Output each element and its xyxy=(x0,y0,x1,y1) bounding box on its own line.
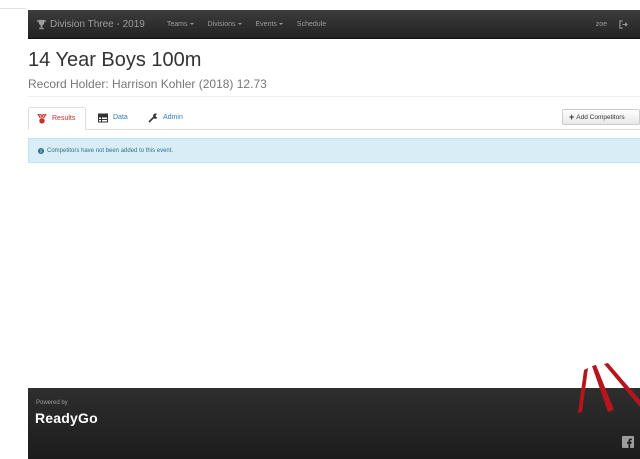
alert-message: Competitors have not been added to this … xyxy=(47,147,174,154)
table-icon xyxy=(98,113,108,123)
nav-right: zoe xyxy=(596,19,628,29)
facebook-icon[interactable] xyxy=(622,436,634,448)
nav-divisions[interactable]: Divisions xyxy=(208,21,242,28)
nav-events[interactable]: Events xyxy=(256,21,283,28)
caret-down-icon xyxy=(237,23,242,25)
readygo-logo[interactable]: ReadyGo xyxy=(35,410,98,426)
info-alert: Competitors have not been added to this … xyxy=(28,138,640,163)
red-brush-decoration xyxy=(578,363,640,413)
sign-out-icon[interactable] xyxy=(619,19,628,29)
tab-admin[interactable]: Admin xyxy=(140,107,192,128)
page-title: 14 Year Boys 100m xyxy=(28,49,202,71)
nav-schedule-label: Schedule xyxy=(296,20,327,28)
nav-events-label: Events xyxy=(255,20,277,28)
add-competitors-label: Add Competitors xyxy=(576,113,625,121)
record-holder: Record Holder: Harrison Kohler (2018) 12… xyxy=(28,77,267,91)
brand-link[interactable]: Division Three - 2019 xyxy=(36,19,145,30)
event-tabs: Results Data Admin xyxy=(28,107,640,130)
footer: Powered by ReadyGo xyxy=(28,388,640,459)
plus-icon: + xyxy=(569,111,575,122)
nav-schedule[interactable]: Schedule xyxy=(297,21,326,28)
nav-teams-label: Teams xyxy=(166,20,188,28)
user-menu[interactable]: zoe xyxy=(596,21,607,28)
nav-divisions-label: Divisions xyxy=(207,20,236,28)
navbar: Division Three - 2019 Teams Divisions Ev… xyxy=(28,10,640,39)
tab-results-label: Results xyxy=(52,115,76,122)
add-competitors-button[interactable]: + Add Competitors xyxy=(562,109,640,125)
caret-down-icon xyxy=(189,23,194,25)
nav-teams[interactable]: Teams xyxy=(167,21,194,28)
tab-data-label: Data xyxy=(113,114,128,121)
tab-results[interactable]: Results xyxy=(28,107,86,130)
caret-down-icon xyxy=(278,23,283,25)
tab-admin-label: Admin xyxy=(163,114,183,121)
trophy-icon xyxy=(36,19,47,30)
info-circle-icon xyxy=(38,147,44,154)
tab-data[interactable]: Data xyxy=(90,107,138,128)
wrench-icon xyxy=(148,113,158,123)
top-divider xyxy=(0,8,26,9)
powered-by-label: Powered by xyxy=(36,400,68,406)
header-divider xyxy=(28,96,640,97)
brand-title: Division Three - 2019 xyxy=(50,18,145,30)
medal-icon xyxy=(37,113,47,124)
